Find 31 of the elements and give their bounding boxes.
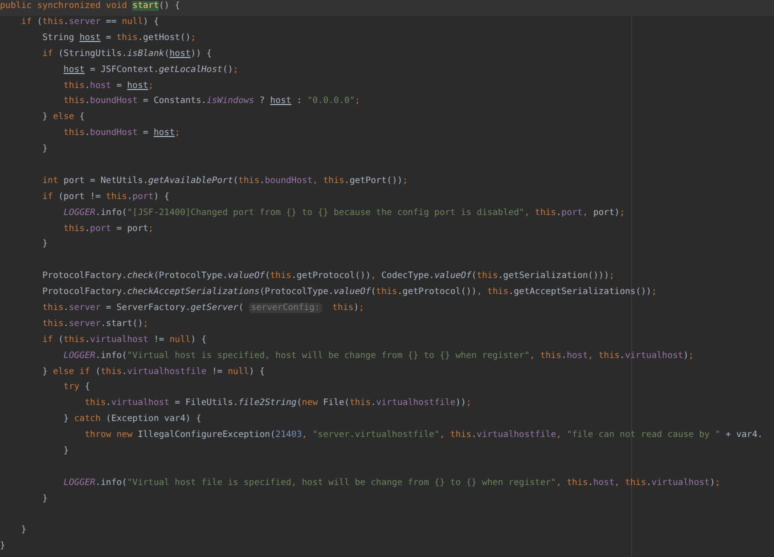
code-line: LOGGER.info("Virtual host file is specified, host will be change from {} to {} when register", this.host, this.virtualhost); bbox=[64, 476, 720, 490]
code-line: } else if (this.virtualhostfile != null) { bbox=[42, 366, 265, 379]
code-line: int port = NetUtils.getAvailablePort(this.boundHost, this.getPort()); bbox=[42, 174, 408, 188]
code-line: LOGGER.info("Virtual host is specified, host will be change from {} to {} when register", this.host, this.virtualhost); bbox=[64, 350, 694, 363]
code-line: host = JSFContext.getLocalHost(); bbox=[64, 64, 238, 77]
code-line: public synchronized void start() { bbox=[0, 0, 180, 14]
code-line: } bbox=[64, 445, 69, 458]
code-line: if (StringUtils.isBlank(host)) { bbox=[42, 48, 212, 61]
code-line: if (this.server == null) { bbox=[21, 16, 159, 29]
code-line: } bbox=[42, 492, 48, 506]
code-line: try { bbox=[64, 381, 90, 394]
code-line: } catch (Exception var4) { bbox=[64, 413, 202, 426]
code-line: if (port != this.port) { bbox=[42, 190, 170, 204]
code-line: if (this.virtualhost != null) { bbox=[42, 334, 207, 347]
code-line: this.boundHost = Constants.isWindows ? host : "0.0.0.0"; bbox=[64, 95, 360, 108]
code-line: this.server.start(); bbox=[42, 318, 148, 331]
code-line: } bbox=[42, 238, 48, 252]
code-line: } bbox=[0, 540, 6, 554]
code-line: this.virtualhost = FileUtils.file2String(new File(this.virtualhostfile)); bbox=[84, 397, 472, 410]
code-line: this.port = port; bbox=[64, 222, 154, 236]
code-line: this.server = ServerFactory.getServer( serverConfig: this); bbox=[42, 302, 364, 316]
code-line: } bbox=[42, 143, 48, 156]
code-line: LOGGER.info("[JSF-21400]Changed port from {} to {} because the config port is disabled", this.port, port); bbox=[64, 206, 625, 220]
code-line: ProtocolFactory.check(ProtocolType.valueOf(this.getProtocol()), CodecType.valueOf(this.getSerialization())); bbox=[42, 270, 614, 284]
code-line: } bbox=[21, 524, 26, 538]
code-line: throw new IllegalConfigureException(21403, "server.virtualhostfile", this.virtualhostfile, "file can not read cause by " + var4. bbox=[84, 429, 763, 442]
code-line: } else { bbox=[42, 111, 85, 124]
code-line: this.host = host; bbox=[64, 80, 154, 93]
code-line: String host = this.getHost(); bbox=[42, 32, 196, 45]
code-line: ProtocolFactory.checkAcceptSerializations(ProtocolType.valueOf(this.getProtocol()), this.getAcceptSerializations()); bbox=[42, 286, 657, 300]
code-line: this.boundHost = host; bbox=[64, 127, 180, 140]
